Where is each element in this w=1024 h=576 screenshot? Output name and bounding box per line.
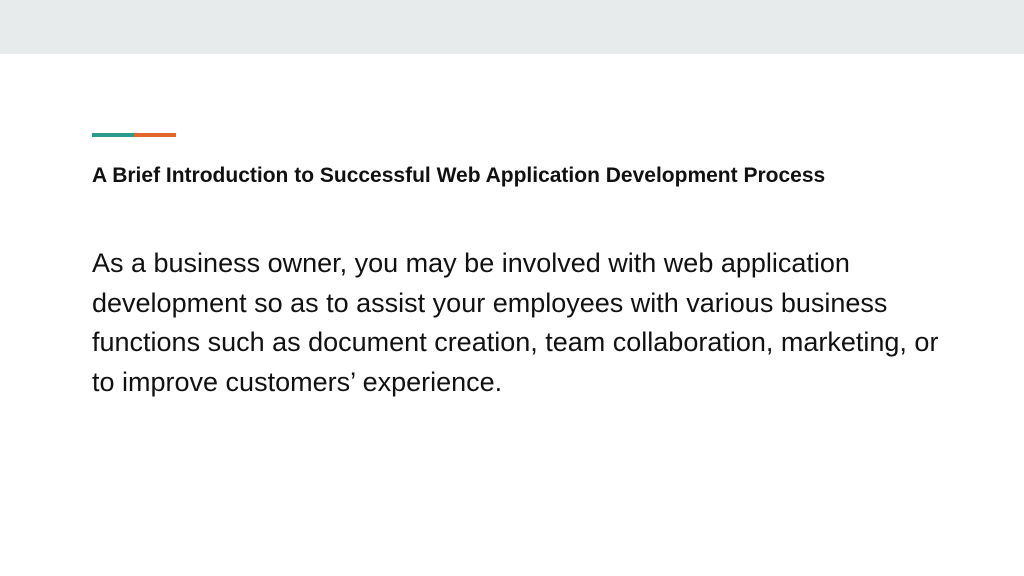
- top-band: [0, 0, 1024, 54]
- accent-bar: [92, 133, 176, 137]
- accent-bar-orange: [134, 133, 176, 137]
- accent-bar-teal: [92, 133, 134, 137]
- slide-body: As a business owner, you may be involved…: [92, 248, 939, 397]
- slide-title: A Brief Introduction to Successful Web A…: [92, 164, 826, 187]
- slide: A Brief Introduction to Successful Web A…: [0, 0, 1024, 576]
